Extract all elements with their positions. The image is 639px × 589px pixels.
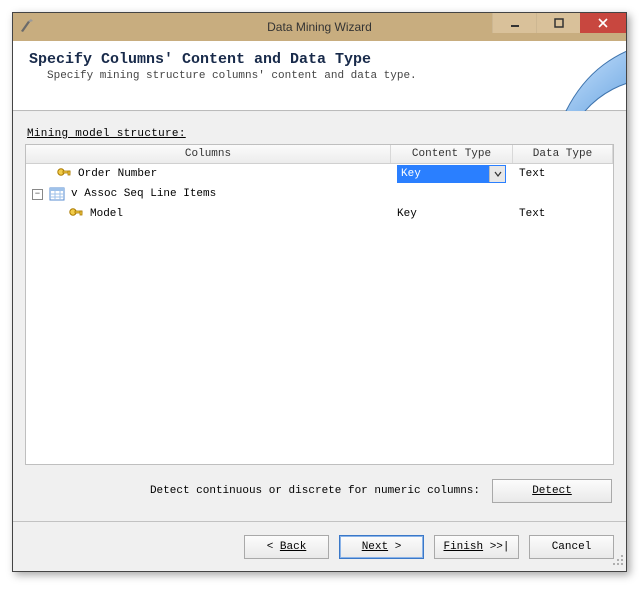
back-button[interactable]: < Back	[244, 535, 329, 559]
key-column-icon	[56, 166, 72, 182]
content-type-select[interactable]: Key	[397, 165, 506, 183]
detect-button-label: Detect	[532, 485, 572, 497]
grid-header-columns[interactable]: Columns	[26, 145, 391, 163]
content-type-value: Key	[401, 168, 421, 180]
key-column-icon	[68, 206, 84, 222]
row-name: Model	[90, 208, 123, 220]
next-button[interactable]: Next >	[339, 535, 424, 559]
wizard-graphic-icon	[536, 41, 626, 111]
resize-grip-icon[interactable]	[612, 554, 624, 569]
content-type-cell[interactable]: Key	[391, 208, 513, 220]
table-row[interactable]: Model Key Text	[26, 204, 613, 224]
wizard-header: Specify Columns' Content and Data Type S…	[13, 41, 626, 111]
data-type-cell[interactable]: Text	[513, 168, 613, 180]
grid-header-data-type[interactable]: Data Type	[513, 145, 613, 163]
detect-hint: Detect continuous or discrete for numeri…	[150, 485, 480, 497]
maximize-button[interactable]	[536, 13, 580, 33]
cancel-button[interactable]: Cancel	[529, 535, 614, 559]
nested-table-icon	[49, 186, 65, 202]
wizard-footer: < Back Next > Finish >>| Cancel	[13, 521, 626, 571]
grid-header: Columns Content Type Data Type	[26, 145, 613, 164]
app-icon	[19, 18, 35, 37]
page-heading: Specify Columns' Content and Data Type	[29, 51, 610, 68]
title-bar: Data Mining Wizard	[13, 13, 626, 41]
finish-button[interactable]: Finish >>|	[434, 535, 519, 559]
close-button[interactable]	[580, 13, 626, 33]
table-row[interactable]: Order Number Key Text	[26, 164, 613, 184]
detect-button[interactable]: Detect	[492, 479, 612, 503]
table-row[interactable]: − v Assoc Seq Line Items	[26, 184, 613, 204]
chevron-down-icon	[489, 166, 505, 182]
section-label: Mining model structure:	[27, 128, 614, 140]
data-type-cell[interactable]: Text	[513, 208, 613, 220]
grid-header-content-type[interactable]: Content Type	[391, 145, 513, 163]
row-name: v Assoc Seq Line Items	[71, 188, 216, 200]
page-subheading: Specify mining structure columns' conten…	[47, 70, 610, 82]
structure-grid: Columns Content Type Data Type Order Num…	[25, 144, 614, 465]
row-name: Order Number	[78, 168, 157, 180]
collapse-toggle[interactable]: −	[32, 189, 43, 200]
minimize-button[interactable]	[492, 13, 536, 33]
